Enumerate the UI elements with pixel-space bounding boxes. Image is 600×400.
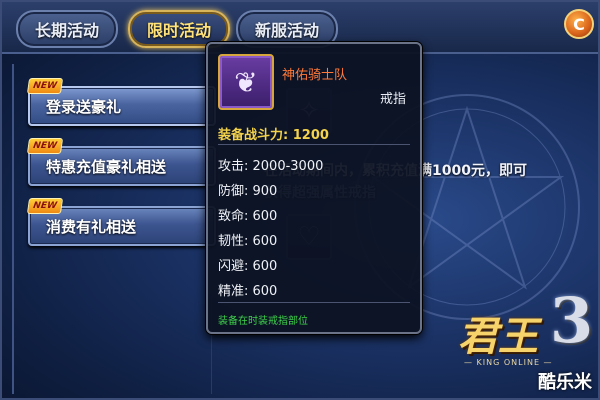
item-type: 戒指 (379, 92, 406, 107)
menu-item-label: 登录送豪礼 (46, 97, 122, 116)
winged-ring-icon: ❦ (218, 54, 274, 110)
equip-slot-note: 装备在时装戒指部位 (218, 316, 308, 327)
stat-dodge: 闪避: 600 (218, 259, 278, 274)
close-icon[interactable]: C (564, 9, 594, 39)
item-name: 神佑骑士队 (282, 68, 348, 83)
stat-attack: 攻击: 2000-3000 (218, 159, 324, 174)
new-badge: NEW (26, 198, 64, 214)
menu-item-label: 特惠充值豪礼相送 (46, 157, 167, 176)
game-activity-screen: 长期活动 限时活动 新服活动 C NEW 登录送豪礼 NEW 特惠充值豪礼相送 … (0, 0, 600, 400)
new-badge: NEW (26, 78, 64, 94)
item-power: 装备战斗力: 1200 (218, 128, 329, 143)
stat-defense: 防御: 900 (218, 184, 278, 199)
divider (218, 302, 410, 303)
item-stats: 攻击: 2000-3000 防御: 900 致命: 600 韧性: 600 闪避… (218, 154, 323, 304)
logo-number: 3 (550, 284, 594, 357)
logo-title: 君王 (458, 313, 538, 360)
new-badge: NEW (26, 138, 64, 154)
stat-critical: 致命: 600 (218, 209, 278, 224)
item-tooltip: ❦ 神佑骑士队 戒指 装备战斗力: 1200 攻击: 2000-3000 防御:… (206, 42, 422, 334)
menu-item-label: 消费有礼相送 (46, 217, 137, 236)
logo-subtitle: — KING ONLINE — (464, 358, 553, 367)
site-watermark: 酷乐米 (538, 372, 592, 393)
divider (218, 144, 410, 145)
stat-toughness: 韧性: 600 (218, 234, 278, 249)
stat-accuracy: 精准: 600 (218, 284, 278, 299)
tab-long-term[interactable]: 长期活动 (16, 10, 118, 48)
